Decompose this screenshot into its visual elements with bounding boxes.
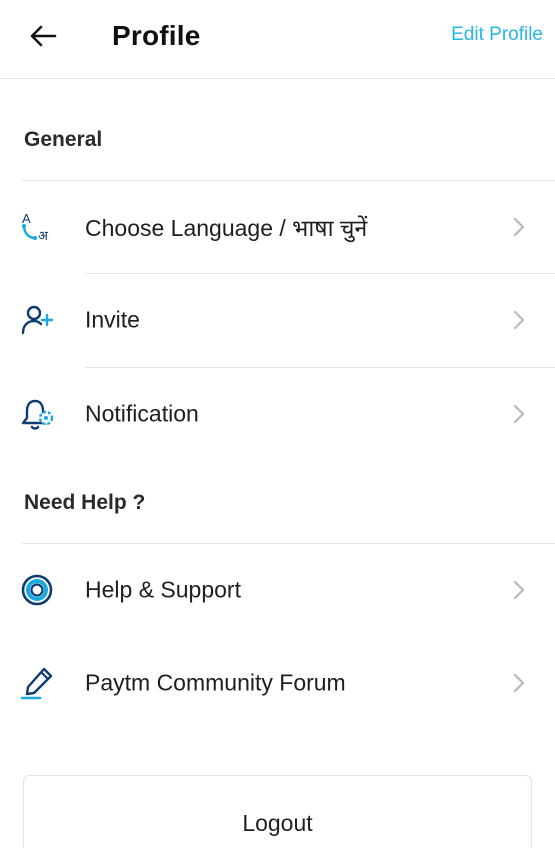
arrow-left-icon — [30, 25, 57, 47]
top-app-bar: Profile Edit Profile — [0, 0, 555, 79]
logout-label: Logout — [242, 810, 313, 836]
menu-item-invite[interactable]: Invite — [0, 274, 555, 366]
edit-profile-link[interactable]: Edit Profile — [451, 24, 543, 46]
bell-settings-icon — [20, 396, 56, 432]
section-title-need-help: Need Help ? — [24, 491, 146, 514]
menu-item-choose-language[interactable]: A अ Choose Language / भाषा चुनें — [0, 181, 555, 273]
chevron-right-icon — [511, 579, 527, 601]
back-button[interactable] — [20, 14, 66, 58]
lifebuoy-icon — [20, 572, 56, 608]
chevron-right-icon — [511, 403, 527, 425]
chevron-right-icon — [511, 309, 527, 331]
menu-item-community-forum[interactable]: Paytm Community Forum — [0, 637, 555, 729]
menu-item-label: Notification — [85, 400, 199, 427]
pen-icon — [20, 665, 56, 701]
profile-screen: Profile Edit Profile General A अ Choose … — [0, 0, 555, 848]
section-title-general: General — [24, 128, 103, 151]
chevron-right-icon — [511, 216, 527, 238]
menu-item-label: Paytm Community Forum — [85, 669, 346, 696]
menu-item-notification[interactable]: Notification — [0, 368, 555, 460]
menu-item-label: Choose Language / भाषा चुनें — [85, 215, 368, 241]
logout-button[interactable]: Logout — [23, 775, 532, 848]
svg-text:अ: अ — [38, 229, 49, 244]
add-user-icon — [20, 302, 56, 338]
svg-text:A: A — [22, 211, 31, 226]
chevron-right-icon — [511, 672, 527, 694]
page-title: Profile — [112, 20, 201, 51]
menu-item-label: Invite — [85, 306, 140, 333]
menu-item-help-support[interactable]: Help & Support — [0, 544, 555, 636]
menu-item-label: Help & Support — [85, 576, 241, 603]
language-translate-icon: A अ — [20, 209, 56, 245]
